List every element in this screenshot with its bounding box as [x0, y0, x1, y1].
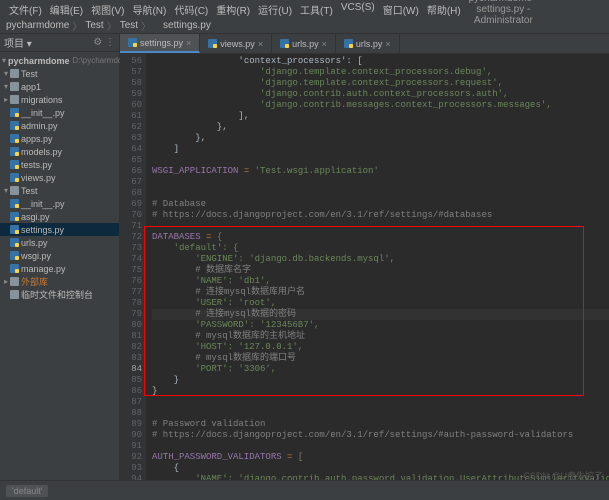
breadcrumb-root[interactable]: pycharmdome — [6, 20, 69, 31]
menu-item[interactable]: 编辑(E) — [47, 1, 86, 18]
tree-root[interactable]: ▾ pycharmdome D:\pycharmdome — [0, 54, 119, 67]
project-sidebar: 项目 ▾ ⚙ ⋮ ▾ pycharmdome D:\pycharmdome ▾T… — [0, 34, 120, 480]
sidebar-title[interactable]: 项目 ▾ — [4, 35, 32, 50]
tree-item[interactable]: ▸migrations — [0, 93, 119, 106]
folder-icon — [10, 186, 19, 195]
project-tree[interactable]: ▾ pycharmdome D:\pycharmdome ▾Test▾app1▸… — [0, 52, 119, 303]
python-icon — [208, 39, 217, 48]
python-icon — [10, 173, 19, 182]
tree-item[interactable]: admin.py — [0, 119, 119, 132]
folder-icon — [10, 277, 19, 286]
annotation-box — [0, 303, 74, 331]
tree-item[interactable]: apps.py — [0, 132, 119, 145]
tree-item[interactable]: ▾Test — [0, 67, 119, 80]
python-icon — [154, 21, 163, 30]
tree-item[interactable]: ▸外部库 — [0, 275, 119, 288]
breadcrumb-file[interactable]: settings.py — [163, 20, 211, 31]
line-gutter[interactable]: 5657585960616263646566676869707172737475… — [120, 54, 146, 480]
menu-item[interactable]: 帮助(H) — [424, 1, 464, 18]
menu-item[interactable]: 重构(R) — [213, 1, 253, 18]
window-title: pycharmdome - settings.py - Administrato… — [464, 0, 543, 26]
sidebar-header[interactable]: 项目 ▾ ⚙ ⋮ — [0, 34, 119, 52]
main-menu[interactable]: 文件(F)编辑(E)视图(V)导航(N)代码(C)重构(R)运行(U)工具(T)… — [6, 1, 464, 18]
code-content[interactable]: 'context_processors': [ 'django.template… — [146, 54, 609, 480]
python-icon — [10, 134, 19, 143]
close-icon[interactable]: × — [186, 38, 191, 48]
python-icon — [10, 160, 19, 169]
folder-icon — [10, 95, 19, 104]
tree-item[interactable]: __init__.py — [0, 197, 119, 210]
tree-item[interactable]: tests.py — [0, 158, 119, 171]
python-icon — [10, 238, 19, 247]
python-icon — [10, 147, 19, 156]
editor-tab[interactable]: settings.py× — [120, 34, 200, 53]
tree-item[interactable]: models.py — [0, 145, 119, 158]
tree-item[interactable]: ▾Test — [0, 184, 119, 197]
editor-tab[interactable]: urls.py× — [336, 34, 400, 53]
python-icon — [280, 39, 289, 48]
status-bar: 'default' — [0, 480, 609, 500]
titlebar: 文件(F)编辑(E)视图(V)导航(N)代码(C)重构(R)运行(U)工具(T)… — [0, 0, 609, 18]
breadcrumb-item[interactable]: Test — [85, 20, 103, 31]
menu-item[interactable]: 导航(N) — [129, 1, 169, 18]
python-icon — [10, 212, 19, 221]
python-icon — [10, 199, 19, 208]
tree-item[interactable]: __init__.py — [0, 106, 119, 119]
python-icon — [10, 121, 19, 130]
python-icon — [10, 264, 19, 273]
folder-icon — [10, 290, 19, 299]
editor-area: settings.py×views.py×urls.py×urls.py× 56… — [120, 34, 609, 480]
gear-icon[interactable]: ⚙ ⋮ — [93, 37, 115, 48]
menu-item[interactable]: VCS(S) — [338, 1, 378, 18]
close-icon[interactable]: × — [322, 39, 327, 49]
tree-item[interactable]: urls.py — [0, 236, 119, 249]
python-icon — [128, 38, 137, 47]
status-breadcrumb[interactable]: 'default' — [6, 485, 48, 497]
code-editor[interactable]: 5657585960616263646566676869707172737475… — [120, 54, 609, 480]
tree-item[interactable]: settings.py — [0, 223, 119, 236]
menu-item[interactable]: 运行(U) — [255, 1, 295, 18]
python-icon — [10, 251, 19, 260]
editor-tab[interactable]: views.py× — [200, 34, 272, 53]
main-container: 项目 ▾ ⚙ ⋮ ▾ pycharmdome D:\pycharmdome ▾T… — [0, 34, 609, 480]
close-icon[interactable]: × — [385, 39, 390, 49]
tree-item[interactable]: views.py — [0, 171, 119, 184]
python-icon — [344, 39, 353, 48]
editor-tab[interactable]: urls.py× — [272, 34, 336, 53]
editor-tabs[interactable]: settings.py×views.py×urls.py×urls.py× — [120, 34, 609, 54]
menu-item[interactable]: 代码(C) — [171, 1, 211, 18]
tree-item[interactable]: manage.py — [0, 262, 119, 275]
menu-item[interactable]: 文件(F) — [6, 1, 45, 18]
tree-item[interactable]: ▾app1 — [0, 80, 119, 93]
menu-item[interactable]: 工具(T) — [297, 1, 336, 18]
breadcrumb-item[interactable]: Test — [120, 20, 138, 31]
menu-item[interactable]: 窗口(W) — [380, 1, 422, 18]
tree-item[interactable]: asgi.py — [0, 210, 119, 223]
folder-icon — [10, 82, 19, 91]
folder-icon — [10, 69, 19, 78]
tree-item[interactable]: wsgi.py — [0, 249, 119, 262]
python-icon — [10, 108, 19, 117]
python-icon — [10, 225, 19, 234]
close-icon[interactable]: × — [258, 39, 263, 49]
menu-item[interactable]: 视图(V) — [88, 1, 127, 18]
tree-item[interactable]: 临时文件和控制台 — [0, 288, 119, 301]
